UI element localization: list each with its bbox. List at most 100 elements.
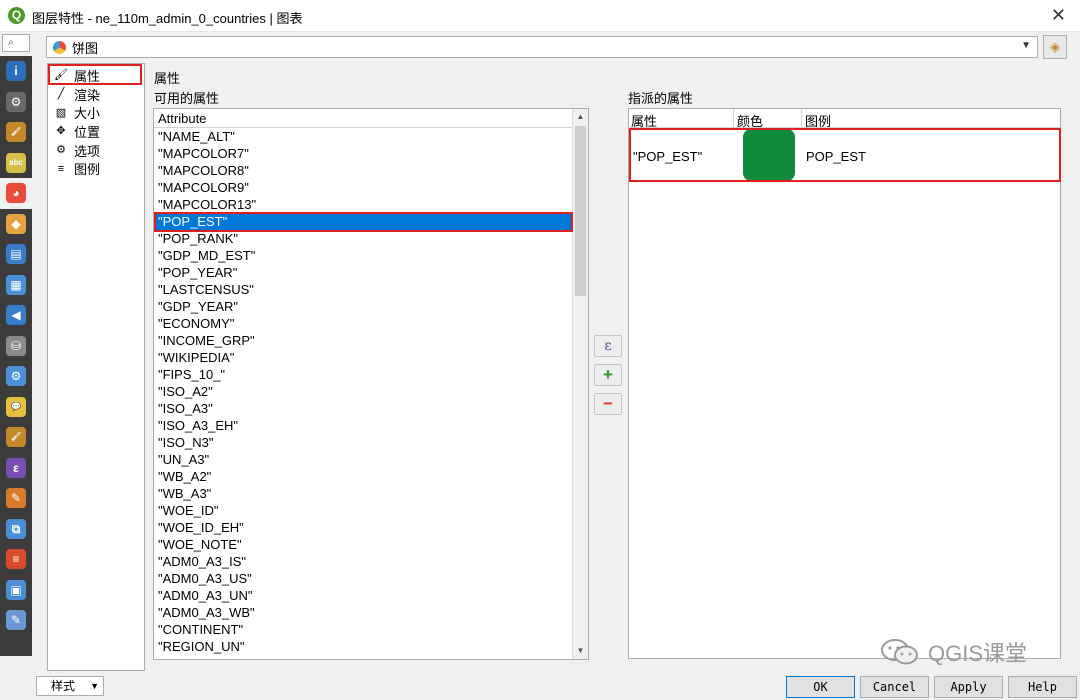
add-attribute-button[interactable]: + (594, 364, 622, 386)
color-swatch-button[interactable] (743, 129, 795, 181)
attribute-row[interactable]: "WOE_NOTE" (154, 536, 588, 553)
attribute-row[interactable]: "POP_RANK" (154, 230, 588, 247)
attribute-row[interactable]: "POP_EST" (154, 213, 588, 230)
labels-icon: abc (6, 152, 26, 173)
chevron-down-icon: ▼ (90, 681, 99, 691)
sidebar-item-attributes-form[interactable]: ▦ (0, 270, 32, 301)
attribute-column-header[interactable]: Attribute (154, 109, 588, 128)
attribute-row[interactable]: "INCOME_GRP" (154, 332, 588, 349)
attribute-row[interactable]: "MAPCOLOR8" (154, 162, 588, 179)
sidebar-item-actions[interactable]: ⚙ (0, 361, 32, 392)
search-icon: ⌕ (8, 37, 14, 48)
ok-button[interactable]: OK (786, 676, 855, 698)
attribute-row[interactable]: "ADM0_A3_WB" (154, 604, 588, 621)
sidebar-item-metadata[interactable]: ✎ (0, 483, 32, 514)
add-expression-button[interactable]: ε (594, 335, 622, 357)
epsilon-icon: ε (604, 338, 612, 354)
nav-item-options[interactable]: ⚙ 选项 (48, 141, 144, 160)
attribute-row[interactable]: "MAPCOLOR13" (154, 196, 588, 213)
paint-icon: ◈ (1050, 39, 1060, 54)
wechat-logo-icon (881, 639, 918, 665)
sidebar-item-diagrams[interactable]: ◕ (0, 178, 32, 209)
attribute-row[interactable]: "POP_YEAR" (154, 264, 588, 281)
assigned-row[interactable]: "POP_EST" POP_EST (629, 128, 1060, 181)
search-input[interactable]: ⌕ (2, 34, 30, 52)
close-icon[interactable]: ✕ (1051, 5, 1066, 26)
nav-item-label: 大小 (74, 106, 101, 122)
attribute-row[interactable]: "GDP_MD_EST" (154, 247, 588, 264)
sidebar-item-labels[interactable]: abc (0, 148, 32, 179)
sidebar-item-digitizing[interactable]: ✎ (0, 605, 32, 636)
style-menu-label: 样式 (51, 679, 76, 693)
nav-item-rendering[interactable]: ╱ 渲染 (48, 85, 144, 104)
sidebar-item-legend[interactable]: ≡ (0, 544, 32, 575)
help-button[interactable]: Help (1008, 676, 1077, 698)
apply-button[interactable]: Apply (934, 676, 1003, 698)
attribute-row[interactable]: "LASTCENSUS" (154, 281, 588, 298)
attribute-row[interactable]: "NAME_ALT" (154, 128, 588, 145)
sidebar-item-auxiliary-storage[interactable]: ⛁ (0, 331, 32, 362)
attribute-row[interactable]: "WIKIPEDIA" (154, 349, 588, 366)
sidebar-item-display[interactable]: 💬 (0, 392, 32, 423)
attribute-row[interactable]: "GDP_YEAR" (154, 298, 588, 315)
diagram-type-select[interactable]: 饼图 ▼ (46, 36, 1038, 58)
attributes-form-icon: ▦ (6, 274, 26, 295)
attribute-row[interactable]: "WB_A2" (154, 468, 588, 485)
dependencies-icon: ⧉ (6, 518, 26, 539)
style-manager-button[interactable]: ◈ (1043, 35, 1067, 59)
scroll-thumb[interactable] (575, 126, 586, 296)
rendering-icon: ╱ (57, 88, 65, 101)
options-icon: ⚙ (56, 144, 66, 157)
attribute-row[interactable]: "ISO_N3" (154, 434, 588, 451)
attribute-row[interactable]: "WB_A3" (154, 485, 588, 502)
variables-icon: ε (6, 457, 26, 478)
nav-item-placement[interactable]: ✥ 位置 (48, 122, 144, 141)
sidebar-item-dependencies[interactable]: ⧉ (0, 514, 32, 545)
joins-icon: ◀ (6, 305, 26, 326)
sidebar-item-joins[interactable]: ◀ (0, 300, 32, 331)
assigned-attribute-cell: "POP_EST" (633, 149, 703, 164)
rendering-icon: 🖌 (6, 427, 26, 448)
attribute-row[interactable]: "WOE_ID" (154, 502, 588, 519)
attribute-row[interactable]: "WOE_ID_EH" (154, 519, 588, 536)
attribute-row[interactable]: "UN_A3" (154, 451, 588, 468)
fields-icon: ▤ (6, 244, 26, 265)
scroll-down-arrow-icon[interactable]: ▼ (573, 643, 588, 659)
window-title: 图层特性 - ne_110m_admin_0_countries | 图表 (32, 11, 303, 26)
attributes-icon: 🖌 (54, 69, 68, 82)
sidebar-item-info[interactable]: i (0, 56, 32, 87)
nav-item-label: 渲染 (74, 87, 101, 103)
nav-item-size[interactable]: ▧ 大小 (48, 103, 144, 122)
nav-item-legend[interactable]: ≡ 图例 (48, 159, 144, 178)
sidebar-item-source[interactable]: ⚙ (0, 87, 32, 118)
sidebar-item-variables[interactable]: ε (0, 453, 32, 484)
sidebar-item-fields[interactable]: ▤ (0, 239, 32, 270)
attributes-scrollbar[interactable]: ▲ ▼ (572, 109, 588, 659)
attribute-row[interactable]: "ISO_A2" (154, 383, 588, 400)
cancel-button[interactable]: Cancel (860, 676, 929, 698)
scroll-up-arrow-icon[interactable]: ▲ (573, 109, 588, 125)
attribute-row[interactable]: "ISO_A3_EH" (154, 417, 588, 434)
assigned-legend-cell[interactable]: POP_EST (806, 149, 866, 164)
style-menu-button[interactable]: 样式 ▼ (36, 676, 104, 696)
plus-icon: + (603, 365, 613, 384)
watermark: QGIS课堂 (880, 636, 1027, 668)
attribute-row[interactable]: "ISO_A3" (154, 400, 588, 417)
sidebar-item-symbology[interactable]: 🖌 (0, 117, 32, 148)
attribute-row[interactable]: "FIPS_10_" (154, 366, 588, 383)
attribute-row[interactable]: "ECONOMY" (154, 315, 588, 332)
attribute-row[interactable]: "ADM0_A3_US" (154, 570, 588, 587)
nav-item-label: 位置 (74, 124, 101, 140)
attribute-row[interactable]: "MAPCOLOR9" (154, 179, 588, 196)
sidebar-item-3d-view[interactable]: ◆ (0, 209, 32, 240)
remove-attribute-button[interactable]: − (594, 393, 622, 415)
sidebar-item-qgis-server[interactable]: ▣ (0, 575, 32, 606)
attribute-row[interactable]: "ADM0_A3_UN" (154, 587, 588, 604)
sidebar-item-rendering[interactable]: 🖌 (0, 422, 32, 453)
nav-item-attributes[interactable]: 🖌 属性 (48, 66, 144, 85)
attribute-row[interactable]: "MAPCOLOR7" (154, 145, 588, 162)
attribute-row[interactable]: "REGION_UN" (154, 638, 588, 655)
properties-sidebar: i ⚙ 🖌 abc ◕ ◆ ▤ ▦ ◀ ⛁ ⚙ 💬 🖌 ε ✎ ⧉ ≡ ▣ ✎ (0, 56, 32, 656)
attribute-row[interactable]: "CONTINENT" (154, 621, 588, 638)
attribute-row[interactable]: "ADM0_A3_IS" (154, 553, 588, 570)
